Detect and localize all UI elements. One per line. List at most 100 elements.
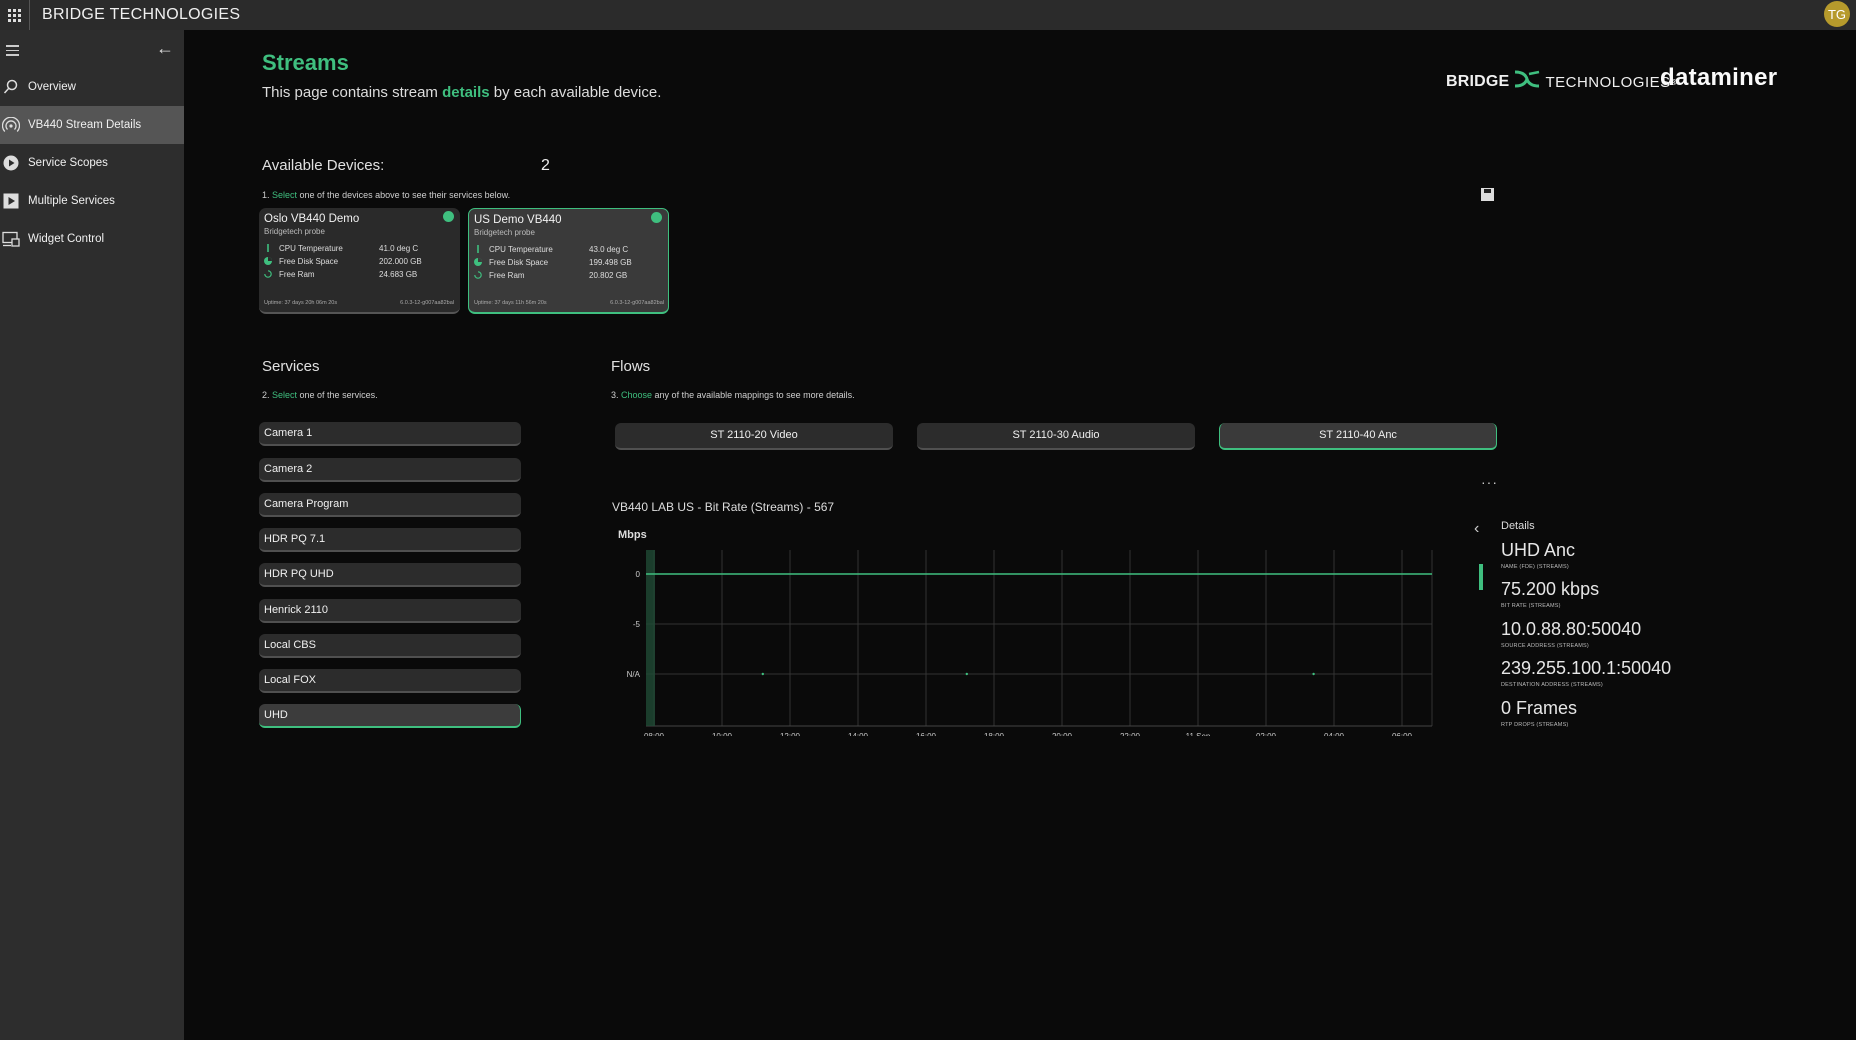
flow-button-st-2110-30-audio[interactable]: ST 2110-30 Audio (917, 423, 1195, 450)
chevron-left-icon[interactable]: ‹ (1474, 520, 1479, 538)
detail-value-bit-rate: 75.200 kbps (1501, 579, 1600, 599)
metric-row: CPU Temperature 43.0 deg C (474, 245, 664, 257)
service-button-camera-program[interactable]: Camera Program (259, 493, 521, 517)
widget-icon (2, 230, 20, 248)
service-button-local-cbs[interactable]: Local CBS (259, 634, 521, 658)
service-button-henrick-2110[interactable]: Henrick 2110 (259, 599, 521, 623)
sidebar-item-label: Overview (28, 81, 76, 93)
details-panel: ‹ Details UHD Anc NAME (FDE) (STREAMS) 7… (1474, 520, 1814, 780)
chart-x-tick-label: 20:00 (1052, 732, 1073, 736)
flow-button-st-2110-40-anc[interactable]: ST 2110-40 Anc (1219, 423, 1497, 450)
app-title: BRIDGE TECHNOLOGIES (42, 6, 241, 23)
devices-hint: 1. Select one of the devices above to se… (262, 190, 511, 200)
chart-na-point (965, 672, 968, 676)
service-button-hdr-pq-7-1[interactable]: HDR PQ 7.1 (259, 528, 521, 552)
detail-label-bit-rate: BIT RATE (STREAMS) (1501, 603, 1561, 609)
sidebar-item-label: Widget Control (28, 233, 105, 245)
metric-row: CPU Temperature 41.0 deg C (264, 244, 454, 256)
flow-button-st-2110-20-video[interactable]: ST 2110-20 Video (615, 423, 893, 450)
bridge-technologies-logo: BRIDGE TECHNOLOGIES ® (1446, 68, 1677, 96)
sidebar-item-label: Multiple Services (28, 195, 115, 207)
detail-label-name: NAME (FDE) (STREAMS) (1501, 564, 1569, 570)
device-footer: Uptime: 37 days 11h 56m 20s 6.0.3-12-g00… (474, 300, 664, 306)
broadcast-icon (2, 116, 20, 134)
available-devices-label: Available Devices: (262, 157, 385, 174)
flows-hint: 3. Choose any of the available mappings … (611, 390, 855, 400)
chart-na-point (1312, 672, 1315, 676)
service-button-local-fox[interactable]: Local FOX (259, 669, 521, 693)
device-name: US Demo VB440 (474, 214, 562, 226)
main-content: Streams This page contains stream detail… (184, 30, 1856, 1040)
chart-x-tick-label: 16:00 (916, 732, 937, 736)
metric-row: Free Disk Space 199.498 GB (474, 258, 664, 270)
detail-value-destination-address: 239.255.100.1:50040 (1501, 658, 1672, 678)
save-icon[interactable] (1481, 188, 1494, 201)
device-footer: Uptime: 37 days 20h 06m 20s 6.0.3-12-g00… (264, 300, 454, 306)
status-dot (651, 212, 662, 223)
detail-value-rtp-drops: 0 Frames (1501, 698, 1578, 718)
chart-x-tick-label: 08:00 (644, 732, 665, 736)
metric-row: Free Ram 24.683 GB (264, 270, 454, 282)
chart-y-tick-label: 0 (636, 570, 641, 579)
chart-x-tick-label: 02:00 (1256, 732, 1277, 736)
device-name: Oslo VB440 Demo (264, 213, 360, 225)
device-type: Bridgetech probe (474, 228, 535, 237)
sidebar-item-multiple-services[interactable]: Multiple Services (0, 182, 184, 220)
search-icon (2, 78, 20, 96)
hamburger-menu-icon[interactable] (6, 45, 19, 59)
chart-y-tick-label: -5 (633, 620, 641, 629)
details-title: Details (1501, 520, 1535, 532)
status-dot (443, 211, 454, 222)
chart-x-tick-label: 10:00 (712, 732, 733, 736)
service-button-camera-2[interactable]: Camera 2 (259, 458, 521, 482)
sidebar-item-service-scopes[interactable]: Service Scopes (0, 144, 184, 182)
chart-na-point (761, 672, 764, 676)
chart-x-tick-label: 18:00 (984, 732, 1005, 736)
details-indicator-bar (1479, 564, 1483, 590)
disk-pie-icon (264, 257, 272, 265)
chart-y-axis-label: Mbps (618, 529, 647, 541)
flows-label: Flows (611, 358, 651, 375)
sidebar-item-vb440-stream-details[interactable]: VB440 Stream Details (0, 106, 184, 144)
chart-x-tick-label: 11 Sep (1186, 732, 1211, 736)
chart-x-tick-label: 12:00 (780, 732, 801, 736)
dataminer-logo: dataminer (1660, 64, 1778, 91)
user-avatar[interactable]: TG (1824, 1, 1850, 27)
detail-value-source-address: 10.0.88.80:50040 (1501, 619, 1642, 639)
sidebar: ← Overview VB440 Stream Details Service … (0, 30, 184, 1040)
bit-rate-chart: Mbps 0 -5 N/A 08:00 10:00 12:00 14:00 16:00 18:… (618, 529, 1433, 736)
sidebar-item-overview[interactable]: Overview (0, 68, 184, 106)
play-circle-icon (2, 154, 20, 172)
metric-row: Free Disk Space 202.000 GB (264, 257, 454, 269)
chart-x-tick-label: 14:00 (848, 732, 869, 736)
disk-pie-icon (474, 258, 482, 266)
chart-x-tick-label: 22:00 (1120, 732, 1141, 736)
page-subtitle: This page contains stream details by eac… (262, 84, 662, 101)
metric-row: Free Ram 20.802 GB (474, 271, 664, 283)
chart-title: VB440 LAB US - Bit Rate (Streams) - 567 (612, 500, 835, 514)
service-button-hdr-pq-uhd[interactable]: HDR PQ UHD (259, 563, 521, 587)
swoosh-icon (1513, 68, 1541, 96)
service-button-camera-1[interactable]: Camera 1 (259, 422, 521, 446)
device-card-oslo-vb440-demo[interactable]: Oslo VB440 Demo Bridgetech probe CPU Tem… (259, 208, 460, 314)
chart-x-tick-label: 04:00 (1324, 732, 1345, 736)
chart-y-tick-label: N/A (627, 670, 641, 679)
collapse-sidebar-arrow-icon[interactable]: ← (156, 38, 174, 59)
sidebar-item-widget-control[interactable]: Widget Control (0, 220, 184, 258)
detail-label-destination-address: DESTINATION ADDRESS (STREAMS) (1501, 682, 1603, 688)
thermometer-icon (267, 244, 269, 252)
play-square-icon (2, 192, 20, 210)
chart-start-band (646, 550, 655, 726)
device-card-us-demo-vb440[interactable]: US Demo VB440 Bridgetech probe CPU Tempe… (468, 208, 669, 314)
top-bar: BRIDGE TECHNOLOGIES TG (0, 0, 1856, 30)
sidebar-item-label: Service Scopes (28, 157, 108, 169)
more-options-icon[interactable]: ··· (1481, 474, 1498, 490)
ram-ring-icon (474, 271, 482, 279)
detail-label-source-address: SOURCE ADDRESS (STREAMS) (1501, 643, 1589, 649)
device-count: 2 (541, 157, 550, 174)
app-launcher-icon[interactable] (0, 0, 30, 30)
page-title: Streams (262, 50, 349, 75)
services-hint: 2. Select one of the services. (262, 390, 378, 400)
thermometer-icon (477, 245, 479, 253)
service-button-uhd[interactable]: UHD (259, 704, 521, 728)
